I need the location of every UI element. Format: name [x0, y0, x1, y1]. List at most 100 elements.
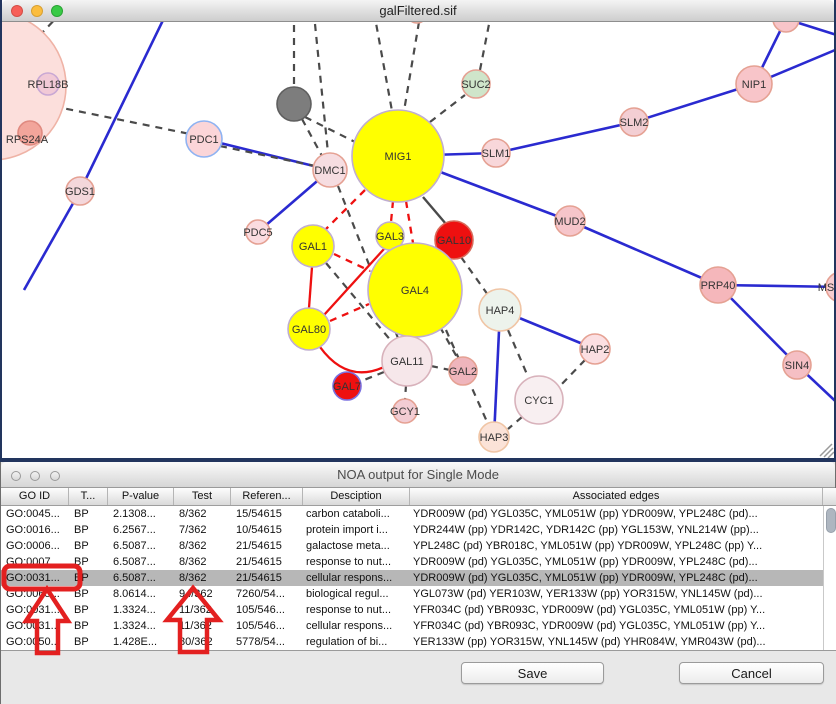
network-canvas[interactable]: RPL18BRPS24AGDS1PDC1PDC5DMC1MIG1SUC2SLM1… — [2, 22, 834, 458]
cell-reference: 105/546... — [231, 602, 303, 618]
edge[interactable] — [406, 201, 413, 243]
edge[interactable] — [559, 360, 585, 387]
edge[interactable] — [431, 366, 450, 370]
save-button[interactable]: Save — [461, 662, 604, 684]
network-canvas-container[interactable]: RPL18BRPS24AGDS1PDC1PDC5DMC1MIG1SUC2SLM1… — [2, 22, 834, 458]
cell-type: BP — [69, 618, 108, 634]
edge[interactable] — [634, 84, 754, 122]
edge[interactable] — [508, 330, 529, 379]
column-header-reference[interactable]: Referen... — [231, 488, 303, 505]
edge[interactable] — [404, 22, 419, 111]
cell-go_id: GO:0007... — [1, 554, 69, 570]
edge[interactable] — [461, 257, 488, 295]
cell-test: 11/362 — [174, 602, 231, 618]
table-row[interactable]: GO:0031...BP1.3324...11/362105/546...res… — [1, 602, 823, 618]
table-row[interactable]: GO:0045...BP2.1308...8/36215/54615carbon… — [1, 506, 823, 522]
cell-p_value: 1.3324... — [108, 602, 174, 618]
node-label-NIP1: NIP1 — [742, 79, 766, 91]
edge[interactable] — [440, 327, 458, 359]
edge[interactable] — [24, 191, 80, 290]
column-header-test[interactable]: Test — [174, 488, 231, 505]
edge[interactable] — [320, 347, 384, 372]
cell-description: response to nut... — [303, 554, 410, 570]
vertical-scrollbar[interactable] — [823, 506, 836, 650]
cell-type: BP — [69, 538, 108, 554]
node-gray-node[interactable] — [277, 87, 311, 121]
node-label-GAL2: GAL2 — [449, 366, 477, 378]
node-label-MSN: MSN — [818, 282, 834, 294]
edge[interactable] — [480, 22, 491, 70]
table-header[interactable]: GO IDT...P-valueTestReferen...Desciption… — [1, 488, 836, 506]
cancel-button[interactable]: Cancel — [679, 662, 824, 684]
cell-type: BP — [69, 522, 108, 538]
cell-edges: YPL248C (pd) YBR018C, YML051W (pp) YDR00… — [410, 538, 823, 554]
table-row[interactable]: GO:0031...BP6.5087...8/36221/54615cellul… — [1, 570, 823, 586]
edge[interactable] — [80, 22, 167, 191]
column-header-description[interactable]: Desciption — [303, 488, 410, 505]
cell-reference: 105/546... — [231, 618, 303, 634]
results-table[interactable]: GO:0045...BP2.1308...8/36215/54615carbon… — [1, 506, 823, 650]
edge[interactable] — [423, 197, 446, 224]
edge[interactable] — [305, 117, 355, 142]
edge[interactable] — [326, 190, 365, 229]
node-label-PDC1: PDC1 — [189, 134, 218, 146]
edge[interactable] — [430, 95, 465, 122]
cell-description: biological regul... — [303, 586, 410, 602]
cell-type: BP — [69, 506, 108, 522]
cell-edges: YFR034C (pd) YBR093C, YDR009W (pd) YGL03… — [410, 602, 823, 618]
column-header-go_id[interactable]: GO ID — [1, 488, 69, 505]
cell-description: carbon cataboli... — [303, 506, 410, 522]
edge[interactable] — [496, 122, 634, 153]
table-row[interactable]: GO:0031...BP1.3324...11/362105/546...cel… — [1, 618, 823, 634]
cell-go_id: GO:0045... — [1, 506, 69, 522]
node-label-PRP40: PRP40 — [701, 280, 736, 292]
table-row[interactable]: GO:0050...BP1.428E...80/3625778/54...reg… — [1, 634, 823, 650]
cell-test: 80/362 — [174, 634, 231, 650]
edge[interactable] — [334, 254, 370, 271]
node-label-RPL18B: RPL18B — [28, 79, 69, 91]
edge[interactable] — [374, 22, 392, 111]
node-label-MIG1: MIG1 — [385, 151, 412, 163]
node-top-green-node[interactable] — [407, 22, 427, 23]
cell-description: response to nut... — [303, 602, 410, 618]
edge[interactable] — [508, 417, 522, 429]
node-top-right-node[interactable] — [773, 22, 799, 32]
cell-reference: 21/54615 — [231, 538, 303, 554]
cell-go_id: GO:0006... — [1, 538, 69, 554]
node-label-GAL80: GAL80 — [292, 324, 326, 336]
node-label-RPS24A: RPS24A — [6, 134, 49, 146]
cell-edges: YFR034C (pd) YBR093C, YDR009W (pd) YGL03… — [410, 618, 823, 634]
cell-description: regulation of bi... — [303, 634, 410, 650]
network-titlebar[interactable]: galFiltered.sif — [2, 0, 834, 22]
edge[interactable] — [309, 267, 312, 308]
column-header-edges[interactable]: Associated edges — [410, 488, 823, 505]
table-row[interactable]: GO:0016...BP6.2567...7/36210/54615protei… — [1, 522, 823, 538]
node-label-GAL11: GAL11 — [390, 356, 423, 368]
node-label-DMC1: DMC1 — [314, 165, 345, 177]
column-header-type[interactable]: T... — [69, 488, 108, 505]
scrollbar-thumb[interactable] — [826, 508, 836, 533]
cell-go_id: GO:0065... — [1, 586, 69, 602]
window-title: galFiltered.sif — [2, 3, 834, 18]
cell-test: 7/362 — [174, 522, 231, 538]
cell-edges: YDR009W (pd) YGL035C, YML051W (pp) YDR00… — [410, 506, 823, 522]
edge[interactable] — [315, 24, 328, 153]
node-label-PDC5: PDC5 — [243, 227, 272, 239]
edge[interactable] — [405, 385, 406, 400]
node-label-GAL4: GAL4 — [401, 285, 429, 297]
resize-grip[interactable] — [820, 444, 834, 458]
cell-go_id: GO:0031... — [1, 602, 69, 618]
table-row[interactable]: GO:0065...BP8.0614...94/3627260/54...bio… — [1, 586, 823, 602]
cell-reference: 15/54615 — [231, 506, 303, 522]
cell-description: protein import i... — [303, 522, 410, 538]
table-row[interactable]: GO:0007...BP6.5087...8/36221/54615respon… — [1, 554, 823, 570]
cell-edges: YER133W (pp) YOR315W, YNL145W (pd) YHR08… — [410, 634, 823, 650]
edge[interactable] — [220, 146, 315, 166]
cell-reference: 7260/54... — [231, 586, 303, 602]
table-row[interactable]: GO:0006...BP6.5087...8/36221/54615galact… — [1, 538, 823, 554]
noa-titlebar[interactable]: NOA output for Single Mode — [1, 462, 835, 488]
edge[interactable] — [391, 201, 393, 222]
edge[interactable] — [570, 221, 718, 285]
network-window: galFiltered.sif RPL18BRPS24AGDS1PDC1PDC5… — [0, 0, 836, 462]
column-header-p_value[interactable]: P-value — [108, 488, 174, 505]
